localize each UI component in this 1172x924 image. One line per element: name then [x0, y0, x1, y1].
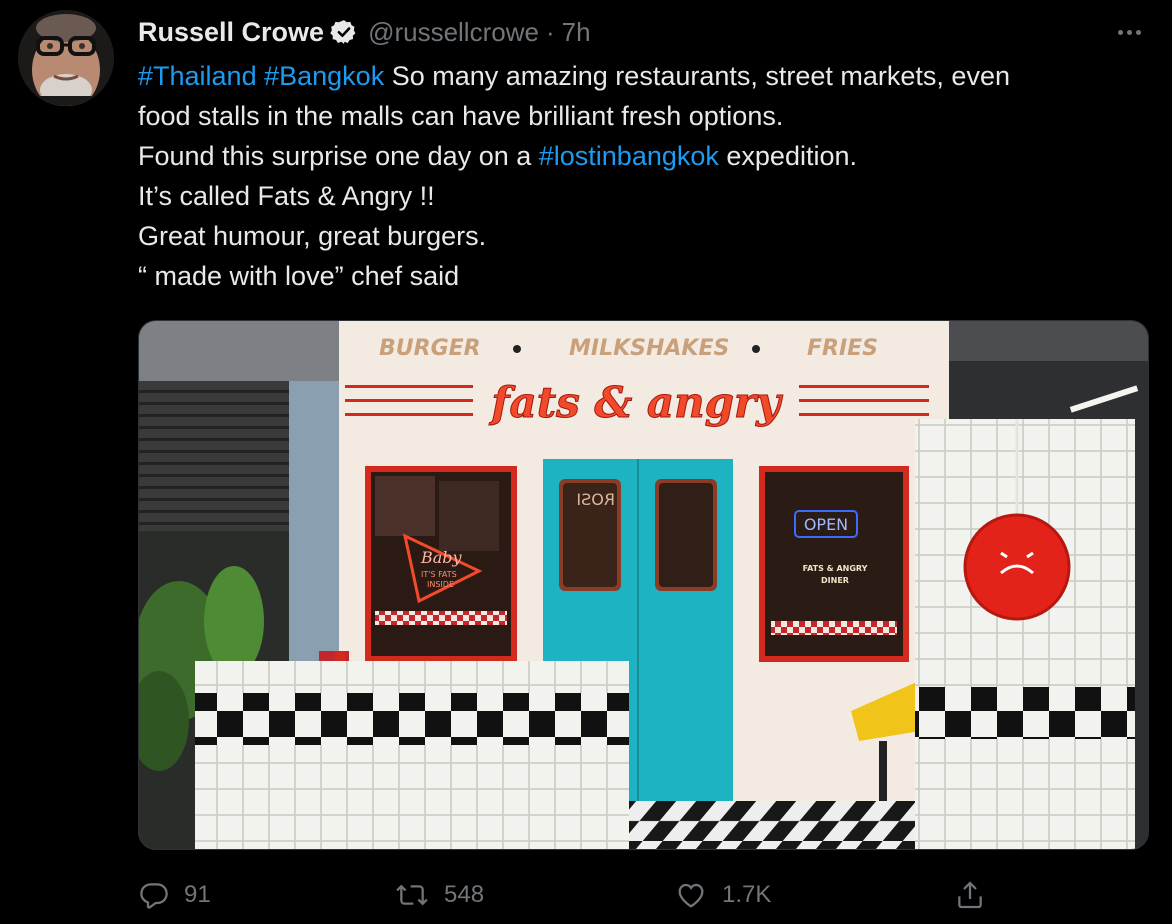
- tweet-text-line-1: #Thailand #Bangkok So many amazing resta…: [138, 56, 1148, 96]
- like-icon: [674, 879, 708, 911]
- reply-count: 91: [184, 881, 211, 908]
- neon-baby: Baby: [420, 548, 463, 567]
- avatar-image: [18, 10, 114, 106]
- author-handle[interactable]: @russellcrowe: [368, 17, 539, 48]
- more-icon[interactable]: [1112, 18, 1146, 46]
- sign-burger: BURGER: [379, 336, 481, 361]
- neon-fats-inside-1: IT'S FATS: [421, 570, 457, 579]
- verified-badge-icon: [330, 18, 358, 46]
- tweet-timestamp[interactable]: 7h: [562, 17, 591, 48]
- tweet-text-line-5: Great humour, great burgers.: [138, 221, 487, 251]
- sign-milkshakes: MILKSHAKES: [569, 336, 729, 361]
- like-count: 1.7K: [722, 881, 772, 908]
- retweet-button[interactable]: 548: [394, 870, 484, 920]
- like-button[interactable]: 1.7K: [674, 870, 771, 920]
- storefront-photo: BURGER MILKSHAKES FRIES fats & angry Bab…: [139, 321, 1148, 849]
- sign-fries: FRIES: [807, 336, 878, 361]
- reply-button[interactable]: 91: [138, 870, 211, 920]
- tweet-text-line-3-pre: Found this surprise one day on a: [138, 141, 539, 171]
- window-text-diner: DINER: [821, 576, 849, 585]
- hashtag-bangkok[interactable]: #Bangkok: [264, 61, 384, 91]
- tweet-text-line-4: It’s called Fats & Angry !!: [138, 181, 435, 211]
- tweet-text-line-2: food stalls in the malls can have brilli…: [138, 101, 784, 131]
- door-reflection-text: ROSI: [576, 490, 615, 509]
- tweet-text-line-6: “ made with love” chef said: [138, 261, 460, 291]
- window-text-fats-angry: FATS & ANGRY: [803, 564, 868, 573]
- neon-sign-text: fats & angry: [488, 378, 783, 427]
- tweet-text-line-3-post: expedition.: [718, 141, 857, 171]
- tweet-header: Russell Crowe @russellcrowe · 7h: [138, 14, 591, 50]
- tweet-photo[interactable]: BURGER MILKSHAKES FRIES fats & angry Bab…: [138, 320, 1149, 850]
- retweet-count: 548: [444, 881, 485, 908]
- neon-fats-inside-2: INSIDE: [427, 580, 454, 589]
- tweet-text-line-3: Found this surprise one day on a #lostin…: [138, 136, 1148, 176]
- avatar[interactable]: [18, 10, 114, 106]
- retweet-icon: [394, 879, 430, 911]
- author-name[interactable]: Russell Crowe: [138, 17, 324, 48]
- hashtag-thailand[interactable]: #Thailand: [138, 61, 257, 91]
- neon-open-sign: OPEN: [804, 515, 848, 534]
- share-button[interactable]: [954, 870, 986, 920]
- tweet-actions: 91 548 1.7K: [138, 870, 1148, 920]
- tweet-text-line-1-rest: So many amazing restaurants, street mark…: [384, 61, 1010, 91]
- header-separator: ·: [545, 16, 555, 47]
- hashtag-lostinbangkok[interactable]: #lostinbangkok: [539, 141, 719, 171]
- reply-icon: [138, 879, 170, 911]
- tweet-text: #Thailand #Bangkok So many amazing resta…: [138, 56, 1148, 296]
- share-icon: [954, 879, 986, 911]
